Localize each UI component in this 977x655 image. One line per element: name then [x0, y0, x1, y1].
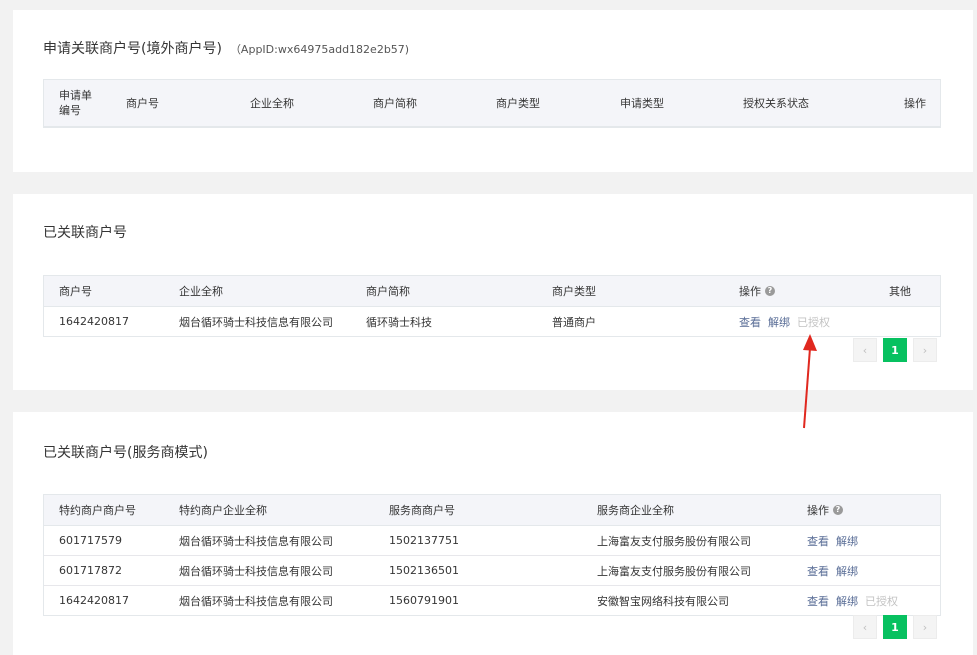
sub-merchant-id-cell: 601717579: [59, 534, 122, 547]
action-cell: 查看 解绑 已授权: [807, 586, 898, 615]
next-page-button[interactable]: ›: [913, 338, 937, 362]
col-action: 操作 ?: [739, 276, 775, 306]
linked-table-header: 商户号 企业全称 商户简称 商户类型 操作 ? 其他: [44, 276, 940, 307]
service-table-header: 特约商户商户号 特约商户企业全称 服务商商户号 服务商企业全称 操作 ?: [44, 495, 940, 526]
linked-table: 商户号 企业全称 商户简称 商户类型 操作 ? 其他 1642420817 烟台…: [43, 275, 941, 337]
page-1-button[interactable]: 1: [883, 615, 907, 639]
table-row: 601717579 烟台循环骑士科技信息有限公司 1502137751 上海富友…: [44, 526, 940, 556]
next-page-button[interactable]: ›: [913, 615, 937, 639]
pending-section-title: 申请关联商户号(境外商户号) （AppID:wx64975add182e2b57): [43, 38, 409, 58]
col-auth-status: 授权关系状态: [743, 97, 809, 110]
sub-company-cell: 烟台循环骑士科技信息有限公司: [179, 564, 333, 578]
col-action-label: 操作: [739, 285, 761, 298]
pending-table-header: 申请单 编号 商户号 企业全称 商户简称 商户类型 申请类型 授权关系状态 操作: [44, 80, 940, 127]
col-apply-type: 申请类型: [620, 97, 664, 110]
col-sp-company: 服务商企业全称: [597, 504, 674, 517]
view-link[interactable]: 查看: [807, 563, 829, 579]
service-table: 特约商户商户号 特约商户企业全称 服务商商户号 服务商企业全称 操作 ? 601…: [43, 494, 941, 616]
pending-merchant-card: 申请关联商户号(境外商户号) （AppID:wx64975add182e2b57)…: [13, 10, 973, 172]
col-sub-company: 特约商户企业全称: [179, 504, 267, 517]
action-cell: 查看 解绑: [807, 556, 865, 585]
col-other: 其他: [889, 285, 911, 298]
col-merchant-type: 商户类型: [496, 97, 540, 110]
view-link[interactable]: 查看: [739, 314, 761, 330]
sp-company-cell: 上海富友支付服务股份有限公司: [597, 564, 751, 578]
unbind-link[interactable]: 解绑: [836, 533, 858, 549]
col-action: 操作 ?: [807, 495, 843, 525]
col-merchant-type: 商户类型: [552, 285, 596, 298]
col-company: 企业全称: [250, 97, 294, 110]
pending-title-text: 申请关联商户号(境外商户号): [43, 41, 222, 57]
table-row: 1642420817 烟台循环骑士科技信息有限公司 1560791901 安徽智…: [44, 586, 940, 615]
unbind-link[interactable]: 解绑: [768, 314, 790, 330]
service-section-title: 已关联商户号(服务商模式): [43, 445, 208, 461]
sub-company-cell: 烟台循环骑士科技信息有限公司: [179, 594, 333, 608]
view-link[interactable]: 查看: [807, 533, 829, 549]
col-application-no: 申请单 编号: [59, 89, 92, 117]
col-short-name: 商户简称: [366, 285, 410, 298]
linked-pagination: ‹ 1 ›: [853, 338, 937, 362]
service-merchant-card: 已关联商户号(服务商模式) 特约商户商户号 特约商户企业全称 服务商商户号 服务…: [13, 412, 973, 655]
appid-label: （AppID:wx64975add182e2b57): [229, 43, 410, 56]
service-pagination: ‹ 1 ›: [853, 615, 937, 639]
sp-company-cell: 上海富友支付服务股份有限公司: [597, 534, 751, 548]
sub-merchant-id-cell: 1642420817: [59, 594, 129, 607]
unbind-link[interactable]: 解绑: [836, 593, 858, 609]
table-row: 1642420817 烟台循环骑士科技信息有限公司 循环骑士科技 普通商户 查看…: [44, 307, 940, 336]
table-row: 601717872 烟台循环骑士科技信息有限公司 1502136501 上海富友…: [44, 556, 940, 586]
col-merchant-no: 商户号: [126, 97, 159, 110]
sp-merchant-id-cell: 1502136501: [389, 564, 459, 577]
col-action: 操作: [904, 97, 926, 110]
company-cell: 烟台循环骑士科技信息有限公司: [179, 315, 333, 329]
prev-page-button[interactable]: ‹: [853, 615, 877, 639]
short-name-cell: 循环骑士科技: [366, 315, 432, 329]
sp-merchant-id-cell: 1560791901: [389, 594, 459, 607]
linked-section-title: 已关联商户号: [43, 225, 127, 241]
merchant-id-cell: 1642420817: [59, 315, 129, 328]
col-short-name: 商户简称: [373, 97, 417, 110]
unbind-link[interactable]: 解绑: [836, 563, 858, 579]
col-company: 企业全称: [179, 285, 223, 298]
sub-merchant-id-cell: 601717872: [59, 564, 122, 577]
merchant-type-cell: 普通商户: [552, 315, 596, 329]
authorized-status: 已授权: [865, 594, 898, 608]
linked-merchant-card: 已关联商户号 商户号 企业全称 商户简称 商户类型 操作 ? 其他 164242…: [13, 194, 973, 390]
authorized-status: 已授权: [797, 315, 830, 329]
action-cell: 查看 解绑: [807, 526, 865, 555]
col-sp-merchant-no: 服务商商户号: [389, 504, 455, 517]
sp-company-cell: 安徽智宝网络科技有限公司: [597, 594, 729, 608]
sub-company-cell: 烟台循环骑士科技信息有限公司: [179, 534, 333, 548]
help-icon[interactable]: ?: [765, 286, 775, 296]
pending-table: 申请单 编号 商户号 企业全称 商户简称 商户类型 申请类型 授权关系状态 操作: [43, 79, 941, 128]
help-icon[interactable]: ?: [833, 505, 843, 515]
prev-page-button[interactable]: ‹: [853, 338, 877, 362]
view-link[interactable]: 查看: [807, 593, 829, 609]
col-sub-merchant-no: 特约商户商户号: [59, 504, 136, 517]
sp-merchant-id-cell: 1502137751: [389, 534, 459, 547]
col-merchant-no: 商户号: [59, 285, 92, 298]
col-action-label: 操作: [807, 504, 829, 517]
page-1-button[interactable]: 1: [883, 338, 907, 362]
action-cell: 查看 解绑 已授权: [739, 307, 830, 336]
